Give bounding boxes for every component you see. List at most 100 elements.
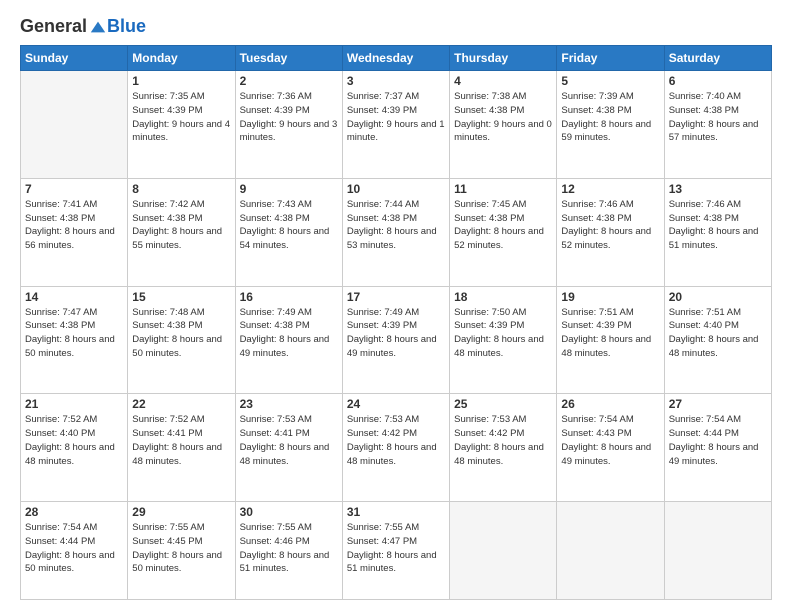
calendar-cell: 23Sunrise: 7:53 AMSunset: 4:41 PMDayligh… — [235, 394, 342, 502]
weekday-header-sunday: Sunday — [21, 46, 128, 71]
day-number: 17 — [347, 290, 445, 304]
calendar-cell: 10 Sunrise: 7:44 AMSunset: 4:38 PMDayligh… — [342, 178, 449, 286]
page: General Blue SundayMondayTuesdayWednesday… — [0, 0, 792, 612]
day-number: 9 — [240, 182, 338, 196]
calendar-cell — [664, 502, 771, 600]
day-number: 25 — [454, 397, 552, 411]
weekday-header-friday: Friday — [557, 46, 664, 71]
day-number: 5 — [561, 74, 659, 88]
day-info: Sunrise: 7:49 AMSunset: 4:38 PMDaylight:… — [240, 306, 338, 361]
calendar-cell — [21, 71, 128, 179]
day-info: Sunrise: 7:53 AMSunset: 4:42 PMDaylight:… — [454, 413, 552, 468]
day-info: Sunrise: 7:55 AMSunset: 4:47 PMDaylight:… — [347, 521, 445, 576]
day-info: Sunrise: 7:51 AMSunset: 4:40 PMDaylight:… — [669, 306, 767, 361]
day-info: Sunrise: 7:55 AMSunset: 4:45 PMDaylight:… — [132, 521, 230, 576]
calendar-cell: 31 Sunrise: 7:55 AMSunset: 4:47 PMDayligh… — [342, 502, 449, 600]
day-number: 2 — [240, 74, 338, 88]
day-number: 7 — [25, 182, 123, 196]
day-number: 3 — [347, 74, 445, 88]
day-number: 13 — [669, 182, 767, 196]
calendar-cell: 25 Sunrise: 7:53 AMSunset: 4:42 PMDayligh… — [450, 394, 557, 502]
calendar-cell: 5 Sunrise: 7:39 AMSunset: 4:38 PMDaylight… — [557, 71, 664, 179]
calendar-cell: 28Sunrise: 7:54 AMSunset: 4:44 PMDayligh… — [21, 502, 128, 600]
header: General Blue — [20, 16, 772, 37]
day-info: Sunrise: 7:47 AMSunset: 4:38 PMDaylight:… — [25, 306, 123, 361]
week-row-3: 14 Sunrise: 7:47 AMSunset: 4:38 PMDayligh… — [21, 286, 772, 394]
calendar-cell: 17Sunrise: 7:49 AMSunset: 4:39 PMDayligh… — [342, 286, 449, 394]
day-number: 22 — [132, 397, 230, 411]
day-number: 4 — [454, 74, 552, 88]
day-number: 24 — [347, 397, 445, 411]
day-info: Sunrise: 7:44 AMSunset: 4:38 PMDaylight:… — [347, 198, 445, 253]
day-number: 12 — [561, 182, 659, 196]
day-info: Sunrise: 7:52 AMSunset: 4:41 PMDaylight:… — [132, 413, 230, 468]
logo: General Blue — [20, 16, 146, 37]
calendar-cell: 27Sunrise: 7:54 AMSunset: 4:44 PMDayligh… — [664, 394, 771, 502]
calendar-cell: 15Sunrise: 7:48 AMSunset: 4:38 PMDayligh… — [128, 286, 235, 394]
day-number: 10 — [347, 182, 445, 196]
day-info: Sunrise: 7:46 AMSunset: 4:38 PMDaylight:… — [669, 198, 767, 253]
day-number: 8 — [132, 182, 230, 196]
day-number: 11 — [454, 182, 552, 196]
logo-icon — [89, 19, 107, 35]
day-info: Sunrise: 7:53 AMSunset: 4:41 PMDaylight:… — [240, 413, 338, 468]
day-info: Sunrise: 7:36 AMSunset: 4:39 PMDaylight:… — [240, 90, 338, 145]
weekday-header-saturday: Saturday — [664, 46, 771, 71]
day-number: 1 — [132, 74, 230, 88]
day-info: Sunrise: 7:37 AMSunset: 4:39 PMDaylight:… — [347, 90, 445, 145]
calendar-cell — [557, 502, 664, 600]
day-number: 20 — [669, 290, 767, 304]
day-info: Sunrise: 7:46 AMSunset: 4:38 PMDaylight:… — [561, 198, 659, 253]
week-row-2: 7 Sunrise: 7:41 AMSunset: 4:38 PMDaylight… — [21, 178, 772, 286]
calendar-cell: 11Sunrise: 7:45 AMSunset: 4:38 PMDayligh… — [450, 178, 557, 286]
calendar-cell: 26 Sunrise: 7:54 AMSunset: 4:43 PMDayligh… — [557, 394, 664, 502]
weekday-header-tuesday: Tuesday — [235, 46, 342, 71]
week-row-5: 28Sunrise: 7:54 AMSunset: 4:44 PMDayligh… — [21, 502, 772, 600]
calendar-cell: 6 Sunrise: 7:40 AMSunset: 4:38 PMDaylight… — [664, 71, 771, 179]
weekday-header-row: SundayMondayTuesdayWednesdayThursdayFrid… — [21, 46, 772, 71]
logo-general-text: General — [20, 16, 87, 37]
calendar-cell: 9 Sunrise: 7:43 AMSunset: 4:38 PMDaylight… — [235, 178, 342, 286]
day-info: Sunrise: 7:42 AMSunset: 4:38 PMDaylight:… — [132, 198, 230, 253]
day-number: 31 — [347, 505, 445, 519]
day-info: Sunrise: 7:43 AMSunset: 4:38 PMDaylight:… — [240, 198, 338, 253]
calendar-cell: 22 Sunrise: 7:52 AMSunset: 4:41 PMDayligh… — [128, 394, 235, 502]
calendar-cell: 16Sunrise: 7:49 AMSunset: 4:38 PMDayligh… — [235, 286, 342, 394]
day-number: 19 — [561, 290, 659, 304]
calendar-cell: 7 Sunrise: 7:41 AMSunset: 4:38 PMDaylight… — [21, 178, 128, 286]
day-info: Sunrise: 7:52 AMSunset: 4:40 PMDaylight:… — [25, 413, 123, 468]
calendar-cell: 1 Sunrise: 7:35 AMSunset: 4:39 PMDaylight… — [128, 71, 235, 179]
day-info: Sunrise: 7:54 AMSunset: 4:44 PMDaylight:… — [669, 413, 767, 468]
calendar-cell: 24 Sunrise: 7:53 AMSunset: 4:42 PMDayligh… — [342, 394, 449, 502]
day-info: Sunrise: 7:40 AMSunset: 4:38 PMDaylight:… — [669, 90, 767, 145]
calendar-cell: 29 Sunrise: 7:55 AMSunset: 4:45 PMDayligh… — [128, 502, 235, 600]
weekday-header-wednesday: Wednesday — [342, 46, 449, 71]
day-info: Sunrise: 7:50 AMSunset: 4:39 PMDaylight:… — [454, 306, 552, 361]
calendar-cell: 13 Sunrise: 7:46 AMSunset: 4:38 PMDayligh… — [664, 178, 771, 286]
day-number: 6 — [669, 74, 767, 88]
calendar-cell: 12 Sunrise: 7:46 AMSunset: 4:38 PMDayligh… — [557, 178, 664, 286]
day-info: Sunrise: 7:53 AMSunset: 4:42 PMDaylight:… — [347, 413, 445, 468]
day-number: 26 — [561, 397, 659, 411]
calendar-cell: 30Sunrise: 7:55 AMSunset: 4:46 PMDayligh… — [235, 502, 342, 600]
calendar-cell: 2 Sunrise: 7:36 AMSunset: 4:39 PMDaylight… — [235, 71, 342, 179]
day-info: Sunrise: 7:39 AMSunset: 4:38 PMDaylight:… — [561, 90, 659, 145]
day-info: Sunrise: 7:54 AMSunset: 4:43 PMDaylight:… — [561, 413, 659, 468]
calendar-cell: 18 Sunrise: 7:50 AMSunset: 4:39 PMDayligh… — [450, 286, 557, 394]
day-info: Sunrise: 7:35 AMSunset: 4:39 PMDaylight:… — [132, 90, 230, 145]
day-number: 29 — [132, 505, 230, 519]
weekday-header-thursday: Thursday — [450, 46, 557, 71]
day-info: Sunrise: 7:41 AMSunset: 4:38 PMDaylight:… — [25, 198, 123, 253]
weekday-header-monday: Monday — [128, 46, 235, 71]
calendar-cell: 20 Sunrise: 7:51 AMSunset: 4:40 PMDayligh… — [664, 286, 771, 394]
calendar-cell — [450, 502, 557, 600]
logo-blue-text: Blue — [107, 16, 146, 37]
calendar-cell: 4 Sunrise: 7:38 AMSunset: 4:38 PMDaylight… — [450, 71, 557, 179]
day-number: 14 — [25, 290, 123, 304]
day-info: Sunrise: 7:38 AMSunset: 4:38 PMDaylight:… — [454, 90, 552, 145]
day-info: Sunrise: 7:48 AMSunset: 4:38 PMDaylight:… — [132, 306, 230, 361]
day-number: 21 — [25, 397, 123, 411]
calendar-cell: 14 Sunrise: 7:47 AMSunset: 4:38 PMDayligh… — [21, 286, 128, 394]
day-info: Sunrise: 7:55 AMSunset: 4:46 PMDaylight:… — [240, 521, 338, 576]
day-number: 18 — [454, 290, 552, 304]
